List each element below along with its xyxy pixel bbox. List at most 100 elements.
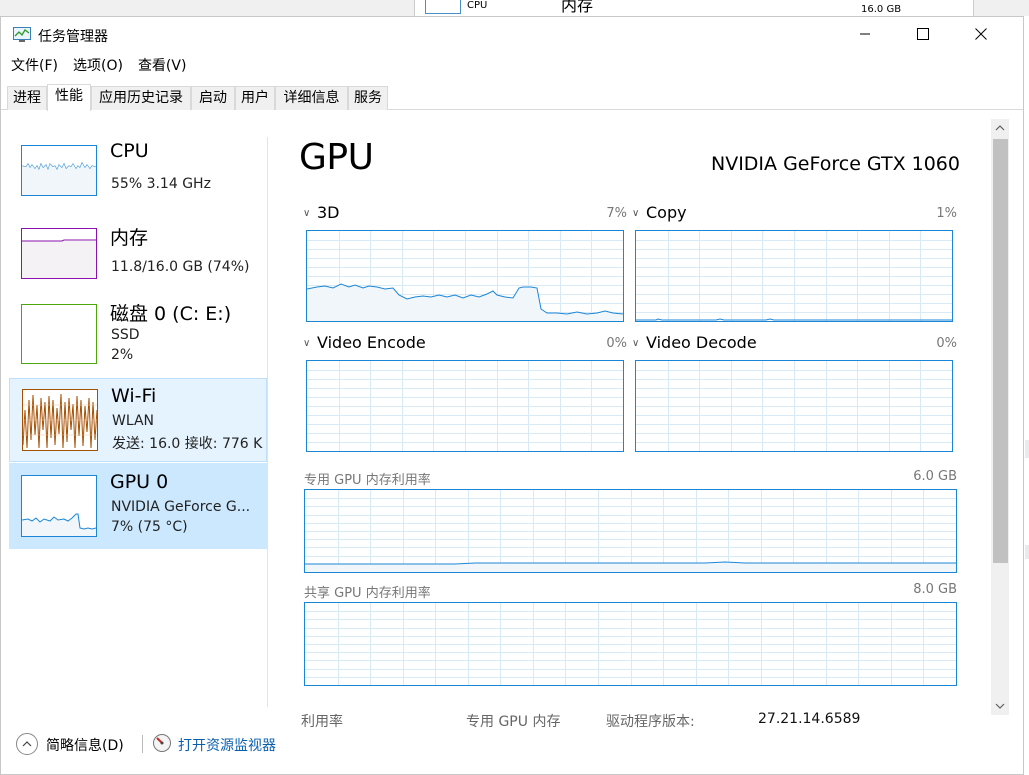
sidebar-memory-title: 内存 [110,227,149,249]
sidebar-disk-type: SSD [111,327,140,343]
sidebar-divider [267,137,268,707]
sidebar-gpu-usage: 7% (75 °C) [111,519,188,535]
sidebar-memory-usage: 11.8/16.0 GB (74%) [111,259,250,275]
cpu-thumbnail-graph [21,145,97,196]
gpu-thumbnail-line [21,513,97,536]
engine-copy-selector[interactable]: ∨ Copy [632,203,687,222]
engine-3d-label: 3D [317,203,340,222]
menu-options[interactable]: 选项(O) [68,55,128,77]
engine-encode-selector[interactable]: ∨ Video Encode [303,333,426,352]
sidebar-item-memory[interactable]: 内存 11.8/16.0 GB (74%) [9,215,267,299]
sidebar-disk-usage: 2% [111,347,134,363]
engine-copy-percent: 1% [936,206,957,221]
background-memory-label: 内存 [561,0,594,15]
page-title: GPU [299,137,374,178]
engine-3d-graph [306,230,624,322]
maximize-icon [917,28,929,40]
shared-memory-plot [305,603,956,685]
gpu-thumbnail-graph [21,475,97,537]
sidebar-item-cpu[interactable]: CPU 55% 3.14 GHz [9,136,267,220]
resource-monitor-icon [153,734,171,752]
chevron-down-icon: ∨ [303,338,311,349]
engine-copy-label: Copy [646,203,687,222]
tab-details[interactable]: 详细信息 [275,86,348,110]
engine-encode-percent: 0% [606,336,627,351]
tab-users[interactable]: 用户 [235,86,275,110]
dedicated-memory-graph [304,489,957,573]
disk-thumbnail-graph [21,304,97,364]
background-edge [1025,545,1029,559]
footer-bar: 简略信息(D) 打开资源监视器 [1,727,1023,761]
background-cpu-label: CPU [467,0,488,11]
sidebar-wifi-adapter: WLAN [112,413,155,429]
chevron-down-icon: ∨ [632,338,640,349]
memory-thumbnail-graph [21,228,97,279]
engine-encode-label: Video Encode [317,333,426,352]
background-edge [1025,440,1029,458]
scroll-up-button[interactable] [991,119,1009,137]
background-cpu-thumbnail [425,0,461,14]
background-window: CPU 内存 16.0 GB [414,0,974,16]
tab-performance[interactable]: 性能 [47,84,91,111]
engine-3d-percent: 7% [606,206,627,221]
close-icon [975,28,987,40]
chevron-down-icon: ∨ [303,208,311,219]
sidebar-wifi-title: Wi-Fi [111,385,157,407]
resource-sidebar: CPU 55% 3.14 GHz 内存 11.8/16.0 GB (74%) 磁… [9,127,267,707]
engine-decode-percent: 0% [936,336,957,351]
sidebar-wifi-throughput: 发送: 16.0 接收: 776 K [112,436,263,452]
sidebar-cpu-usage: 55% 3.14 GHz [111,176,211,192]
scrollbar-thumb[interactable] [993,139,1008,563]
vertical-scrollbar[interactable] [991,119,1009,715]
engine-decode-graph [635,360,953,452]
menu-view[interactable]: 查看(V) [133,55,192,77]
engine-decode-selector[interactable]: ∨ Video Decode [632,333,757,352]
wifi-thumbnail-line [22,393,98,449]
menu-file[interactable]: 文件(F) [6,55,63,77]
graph-grid [305,603,956,685]
shared-memory-graph [304,602,957,686]
dedicated-memory-max: 6.0 GB [913,469,957,484]
memory-thumbnail-fill [22,239,96,278]
graph-grid [305,490,956,572]
sidebar-gpu-model: NVIDIA GeForce G... [111,499,251,515]
chevron-down-icon: ∨ [632,208,640,219]
engine-3d-selector[interactable]: ∨ 3D [303,203,340,222]
background-memory-size: 16.0 GB [861,4,902,15]
graph-grid [307,361,623,451]
open-resource-monitor-link[interactable]: 打开资源监视器 [178,735,276,755]
driver-version-value: 27.21.14.6589 [758,711,861,727]
fewer-details-link[interactable]: 简略信息(D) [46,735,124,755]
shared-memory-label: 共享 GPU 内存利用率 [304,586,431,601]
task-manager-icon [13,27,31,42]
sidebar-item-disk[interactable]: 磁盘 0 (C: E:) SSD 2% [9,293,267,377]
dedicated-memory-plot [305,490,956,572]
maximize-button[interactable] [894,17,952,51]
tab-startup[interactable]: 启动 [191,86,235,110]
chevron-down-icon [995,703,1005,709]
engine-3d-plot [306,231,624,321]
minimize-button[interactable] [836,17,894,51]
engine-encode-plot [307,361,623,451]
cpu-thumbnail-line [21,161,97,195]
tab-processes[interactable]: 进程 [7,86,47,110]
sidebar-gpu-title: GPU 0 [110,471,169,493]
tab-services[interactable]: 服务 [348,86,388,110]
sidebar-disk-title: 磁盘 0 (C: E:) [110,303,232,325]
title-bar[interactable]: 任务管理器 [1,17,1023,51]
scroll-down-button[interactable] [991,697,1009,715]
sidebar-item-wifi[interactable]: Wi-Fi WLAN 发送: 16.0 接收: 776 K [9,378,267,462]
engine-copy-plot [636,231,952,321]
sidebar-item-gpu[interactable]: GPU 0 NVIDIA GeForce G... 7% (75 °C) [9,463,267,549]
minimize-icon [860,33,870,35]
task-manager-window: 任务管理器 文件(F) 选项(O) 查看(V) 进程 性能 应用历史记录 启动 … [0,16,1024,775]
engine-encode-graph [306,360,624,452]
tab-bar: 进程 性能 应用历史记录 启动 用户 详细信息 服务 [1,84,1023,111]
graph-grid [636,231,952,321]
gpu-detail-panel: GPU NVIDIA GeForce GTX 1060 ∨ 3D 7% ∨ Copy… [291,127,991,730]
graph-grid [636,361,952,451]
tab-app-history[interactable]: 应用历史记录 [91,86,191,110]
close-button[interactable] [952,17,1010,51]
gpu-model-name: NVIDIA GeForce GTX 1060 [710,153,960,175]
fewer-details-button[interactable] [16,733,38,755]
